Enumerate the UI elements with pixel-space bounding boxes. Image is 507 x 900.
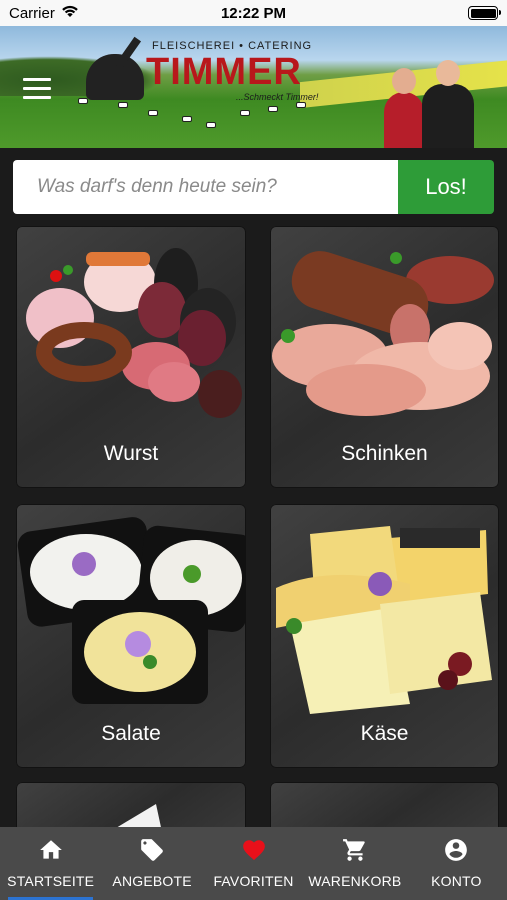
heart-icon [242,840,265,861]
category-tile-schinken[interactable]: Schinken [270,226,499,488]
tag-icon [141,839,163,861]
banner-cow [118,102,128,108]
tab-label: KONTO [431,873,482,889]
category-label: Wurst [103,442,159,465]
cart-icon [343,839,365,861]
tab-warenkorb[interactable]: WARENKORB [304,827,405,900]
home-icon [39,840,62,859]
banner-cow [268,106,278,112]
banner-cow [240,110,250,116]
tab-bar: STARTSEITE ANGEBOTE FAVORITEN WARENKORB … [0,827,507,900]
cleaver-logo-icon [86,54,144,100]
clock: 12:22 PM [220,5,287,22]
category-tile-salate[interactable]: Salate [16,504,246,768]
search-input[interactable] [13,160,398,214]
category-label: Salate [101,722,161,745]
banner-person-woman [384,68,424,148]
hamburger-icon [23,78,51,81]
battery-icon [468,6,501,20]
tab-label: ANGEBOTE [112,873,192,889]
tab-favoriten[interactable]: FAVORITEN [203,827,304,900]
category-tile-wurst[interactable]: Wurst [16,226,246,488]
search-button[interactable]: Los! [398,160,494,214]
category-label: Käse [360,722,409,745]
tab-label: STARTSEITE [7,873,95,889]
banner-person-man [422,60,474,148]
tab-label: FAVORITEN [213,873,294,889]
banner-cow [148,110,158,116]
brand-name: TIMMER [146,51,302,93]
brand-slogan: ...Schmeckt Timmer! [236,92,319,102]
category-tile-kaese[interactable]: Käse [270,504,499,768]
tab-label: WARENKORB [308,873,402,889]
banner-cow [296,102,306,108]
tab-konto[interactable]: KONTO [406,827,507,900]
menu-button[interactable] [23,78,51,100]
status-bar: Carrier 12:22 PM [0,0,507,26]
banner-cow [78,98,88,104]
tab-angebote[interactable]: ANGEBOTE [101,827,202,900]
category-label: Schinken [341,442,428,465]
header-banner: FLEISCHEREI • CATERING TIMMER ...Schmeck… [0,26,507,148]
search-bar: Los! [13,160,494,214]
banner-cow [206,122,216,128]
banner-cow [182,116,192,122]
account-icon [445,839,468,861]
tab-startseite[interactable]: STARTSEITE [0,827,101,900]
